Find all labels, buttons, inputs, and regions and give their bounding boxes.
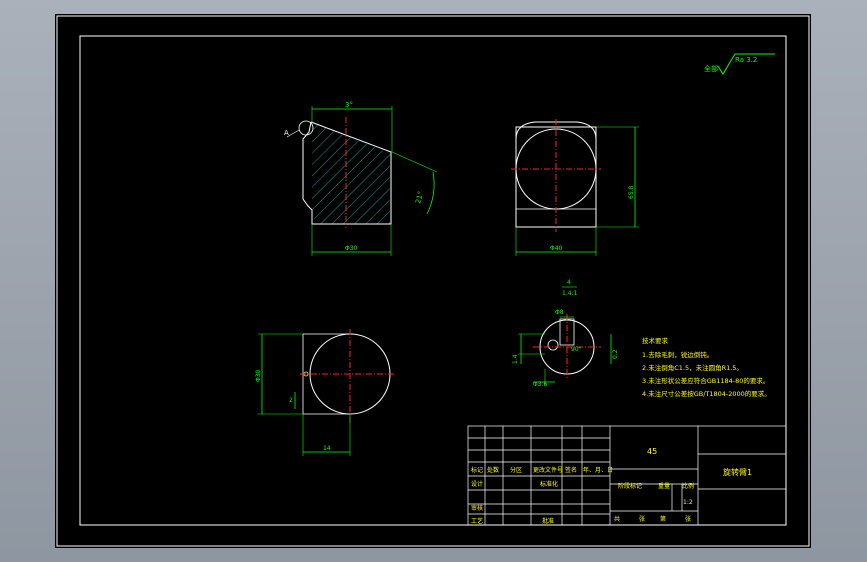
svg-text:年、月、日: 年、月、日 xyxy=(583,466,613,474)
svg-text:第: 第 xyxy=(660,515,666,523)
top-view: Φ30 2 14 xyxy=(255,329,395,456)
svg-text:共: 共 xyxy=(614,515,620,523)
svg-text:1.4:1: 1.4:1 xyxy=(562,290,578,297)
drawing-canvas: 全部 Ra 3.2 3° A 21° Φ30 65.8 Φ40 4 1.4:1 … xyxy=(56,15,810,547)
svg-text:张: 张 xyxy=(639,515,645,523)
svg-text:阶段标记: 阶段标记 xyxy=(618,482,642,490)
svg-text:A: A xyxy=(284,129,289,137)
section-view: 4 1.4:1 Φ8 90° 1.4 0.2 Φ3.6 xyxy=(512,279,619,388)
svg-text:Φ30: Φ30 xyxy=(345,245,358,252)
roughness-symbol: 全部 Ra 3.2 xyxy=(704,53,775,75)
svg-text:14: 14 xyxy=(323,445,331,452)
svg-text:标记: 标记 xyxy=(471,466,483,474)
svg-text:Φ3.6: Φ3.6 xyxy=(533,381,547,388)
svg-text:全部: 全部 xyxy=(704,64,718,73)
inner-border xyxy=(79,35,787,526)
svg-text:21°: 21° xyxy=(414,190,425,204)
detail-a-circle xyxy=(298,120,314,136)
svg-text:45: 45 xyxy=(647,447,657,456)
tech-requirements: 技术要求 1.去除毛刺，锐边倒钝。 2.未注倒角C1.5，未注圆角R1.5。 3… xyxy=(642,336,771,398)
svg-text:3°: 3° xyxy=(345,101,353,109)
svg-text:0.2: 0.2 xyxy=(612,349,619,359)
svg-text:设计: 设计 xyxy=(471,480,483,488)
svg-text:4: 4 xyxy=(567,279,571,286)
svg-text:张: 张 xyxy=(685,515,691,523)
svg-text:1.4: 1.4 xyxy=(512,354,519,364)
svg-text:标准化: 标准化 xyxy=(540,480,558,488)
svg-text:比例: 比例 xyxy=(682,482,694,490)
svg-text:Ra 3.2: Ra 3.2 xyxy=(735,56,757,64)
side-view: 65.8 Φ40 xyxy=(511,119,639,256)
svg-text:工艺: 工艺 xyxy=(471,517,483,525)
svg-text:旋转臂1: 旋转臂1 xyxy=(723,467,752,477)
svg-text:分区: 分区 xyxy=(510,466,522,474)
cad-viewport: 全部 Ra 3.2 3° A 21° Φ30 65.8 Φ40 4 1.4:1 … xyxy=(0,0,867,562)
svg-text:批准: 批准 xyxy=(542,517,554,525)
outer-border xyxy=(56,15,810,547)
svg-text:65.8: 65.8 xyxy=(628,185,635,199)
svg-text:1:2: 1:2 xyxy=(683,499,693,506)
svg-text:Φ40: Φ40 xyxy=(550,245,563,252)
svg-text:3.未注形状公差应符合GB1184-80的要求。: 3.未注形状公差应符合GB1184-80的要求。 xyxy=(642,376,769,385)
svg-text:签名: 签名 xyxy=(565,466,577,474)
title-block-text: 标记 处数 分区 更改文件号 签名 年、月、日 设计 标准化 审核 工艺 批准 … xyxy=(471,447,752,525)
svg-text:1.去除毛刺，锐边倒钝。: 1.去除毛刺，锐边倒钝。 xyxy=(642,350,713,359)
svg-text:更改文件号: 更改文件号 xyxy=(533,466,563,474)
svg-text:处数: 处数 xyxy=(487,466,499,474)
svg-text:Φ30: Φ30 xyxy=(255,369,262,382)
drawing-sheet[interactable]: 全部 Ra 3.2 3° A 21° Φ30 65.8 Φ40 4 1.4:1 … xyxy=(55,14,811,548)
svg-text:Φ8: Φ8 xyxy=(555,309,564,316)
svg-text:2.未注倒角C1.5，未注圆角R1.5。: 2.未注倒角C1.5，未注圆角R1.5。 xyxy=(642,363,743,372)
svg-text:技术要求: 技术要求 xyxy=(642,336,669,345)
svg-text:重量: 重量 xyxy=(658,482,670,490)
svg-text:90°: 90° xyxy=(571,346,582,353)
svg-text:审核: 审核 xyxy=(471,504,483,512)
svg-text:2: 2 xyxy=(289,397,293,404)
svg-text:4.未注尺寸公差按GB/T1804-2000的要求。: 4.未注尺寸公差按GB/T1804-2000的要求。 xyxy=(642,389,771,398)
front-view: 3° A 21° Φ30 xyxy=(284,101,438,256)
